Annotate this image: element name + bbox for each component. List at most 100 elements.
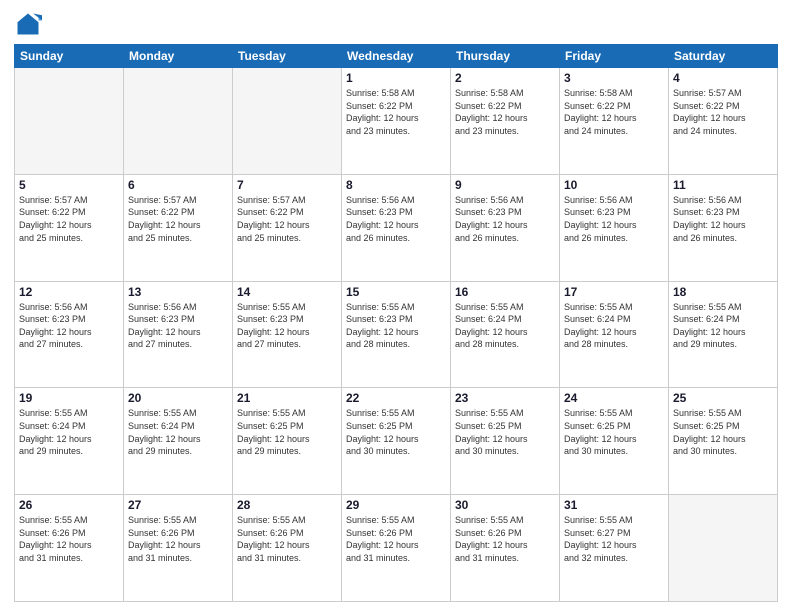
day-info: Sunrise: 5:58 AM Sunset: 6:22 PM Dayligh…	[455, 87, 555, 137]
day-info: Sunrise: 5:55 AM Sunset: 6:26 PM Dayligh…	[19, 514, 119, 564]
day-cell: 31 Sunrise: 5:55 AM Sunset: 6:27 PM Dayli…	[560, 495, 669, 602]
day-info: Sunrise: 5:55 AM Sunset: 6:25 PM Dayligh…	[673, 407, 773, 457]
day-number: 8	[346, 178, 446, 192]
day-number: 17	[564, 285, 664, 299]
day-info: Sunrise: 5:57 AM Sunset: 6:22 PM Dayligh…	[673, 87, 773, 137]
day-number: 6	[128, 178, 228, 192]
day-info: Sunrise: 5:57 AM Sunset: 6:22 PM Dayligh…	[19, 194, 119, 244]
day-number: 28	[237, 498, 337, 512]
day-number: 21	[237, 391, 337, 405]
day-number: 30	[455, 498, 555, 512]
day-number: 31	[564, 498, 664, 512]
day-cell: 12Sunrise: 5:56 AM Sunset: 6:23 PM Dayli…	[15, 281, 124, 388]
day-info: Sunrise: 5:55 AM Sunset: 6:25 PM Dayligh…	[237, 407, 337, 457]
day-info: Sunrise: 5:56 AM Sunset: 6:23 PM Dayligh…	[673, 194, 773, 244]
day-cell: 26 Sunrise: 5:55 AM Sunset: 6:26 PM Dayli…	[15, 495, 124, 602]
weekday-friday: Friday	[560, 45, 669, 68]
day-cell: 14Sunrise: 5:55 AM Sunset: 6:23 PM Dayli…	[233, 281, 342, 388]
day-number: 19	[19, 391, 119, 405]
day-cell: 4 Sunrise: 5:57 AM Sunset: 6:22 PM Daylig…	[669, 68, 778, 175]
weekday-tuesday: Tuesday	[233, 45, 342, 68]
day-cell	[15, 68, 124, 175]
header	[14, 10, 778, 38]
day-number: 13	[128, 285, 228, 299]
day-info: Sunrise: 5:57 AM Sunset: 6:22 PM Dayligh…	[128, 194, 228, 244]
day-info: Sunrise: 5:55 AM Sunset: 6:25 PM Dayligh…	[564, 407, 664, 457]
day-number: 2	[455, 71, 555, 85]
day-cell: 13 Sunrise: 5:56 AM Sunset: 6:23 PM Dayli…	[124, 281, 233, 388]
day-cell: 23 Sunrise: 5:55 AM Sunset: 6:25 PM Dayli…	[451, 388, 560, 495]
day-info: Sunrise: 5:58 AM Sunset: 6:22 PM Dayligh…	[346, 87, 446, 137]
page: SundayMondayTuesdayWednesdayThursdayFrid…	[0, 0, 792, 612]
day-number: 23	[455, 391, 555, 405]
day-info: Sunrise: 5:55 AM Sunset: 6:25 PM Dayligh…	[455, 407, 555, 457]
day-cell: 21 Sunrise: 5:55 AM Sunset: 6:25 PM Dayli…	[233, 388, 342, 495]
day-info: Sunrise: 5:58 AM Sunset: 6:22 PM Dayligh…	[564, 87, 664, 137]
week-row-3: 12 Sunrise: 5:56 AM Sunset: 6:23 PM Dayli…	[15, 281, 778, 388]
weekday-wednesday: Wednesday	[342, 45, 451, 68]
weekday-thursday: Thursday	[451, 45, 560, 68]
day-info: Sunrise: 5:55 AM Sunset: 6:26 PM Dayligh…	[237, 514, 337, 564]
day-info: Sunrise: 5:55 AM Sunset: 6:26 PM Dayligh…	[128, 514, 228, 564]
day-cell: 30Sunrise: 5:55 AM Sunset: 6:26 PM Dayli…	[451, 495, 560, 602]
day-cell: 19Sunrise: 5:55 AM Sunset: 6:24 PM Dayli…	[15, 388, 124, 495]
calendar-table: SundayMondayTuesdayWednesdayThursdayFrid…	[14, 44, 778, 602]
day-number: 26	[19, 498, 119, 512]
day-info: Sunrise: 5:56 AM Sunset: 6:23 PM Dayligh…	[128, 301, 228, 351]
day-number: 24	[564, 391, 664, 405]
day-info: Sunrise: 5:55 AM Sunset: 6:23 PM Dayligh…	[346, 301, 446, 351]
day-cell: 25 Sunrise: 5:55 AM Sunset: 6:25 PM Dayli…	[669, 388, 778, 495]
day-number: 18	[673, 285, 773, 299]
day-cell: 24 Sunrise: 5:55 AM Sunset: 6:25 PM Dayli…	[560, 388, 669, 495]
day-info: Sunrise: 5:55 AM Sunset: 6:23 PM Dayligh…	[237, 301, 337, 351]
day-cell: 20Sunrise: 5:55 AM Sunset: 6:24 PM Dayli…	[124, 388, 233, 495]
day-info: Sunrise: 5:55 AM Sunset: 6:27 PM Dayligh…	[564, 514, 664, 564]
day-info: Sunrise: 5:57 AM Sunset: 6:22 PM Dayligh…	[237, 194, 337, 244]
day-number: 9	[455, 178, 555, 192]
day-cell	[233, 68, 342, 175]
day-cell: 15 Sunrise: 5:55 AM Sunset: 6:23 PM Dayli…	[342, 281, 451, 388]
day-info: Sunrise: 5:55 AM Sunset: 6:24 PM Dayligh…	[673, 301, 773, 351]
day-cell: 8Sunrise: 5:56 AM Sunset: 6:23 PM Daylig…	[342, 174, 451, 281]
day-cell: 18 Sunrise: 5:55 AM Sunset: 6:24 PM Dayli…	[669, 281, 778, 388]
day-cell: 27 Sunrise: 5:55 AM Sunset: 6:26 PM Dayli…	[124, 495, 233, 602]
logo	[14, 10, 46, 38]
week-row-5: 26 Sunrise: 5:55 AM Sunset: 6:26 PM Dayli…	[15, 495, 778, 602]
day-number: 16	[455, 285, 555, 299]
day-number: 22	[346, 391, 446, 405]
day-number: 7	[237, 178, 337, 192]
day-cell: 16 Sunrise: 5:55 AM Sunset: 6:24 PM Dayli…	[451, 281, 560, 388]
day-number: 1	[346, 71, 446, 85]
weekday-monday: Monday	[124, 45, 233, 68]
day-cell: 3 Sunrise: 5:58 AM Sunset: 6:22 PM Daylig…	[560, 68, 669, 175]
week-row-4: 19 Sunrise: 5:55 AM Sunset: 6:24 PM Dayli…	[15, 388, 778, 495]
day-cell: 9 Sunrise: 5:56 AM Sunset: 6:23 PM Daylig…	[451, 174, 560, 281]
day-info: Sunrise: 5:55 AM Sunset: 6:24 PM Dayligh…	[455, 301, 555, 351]
day-number: 12	[19, 285, 119, 299]
weekday-sunday: Sunday	[15, 45, 124, 68]
day-number: 29	[346, 498, 446, 512]
day-cell: 1 Sunrise: 5:58 AM Sunset: 6:22 PM Daylig…	[342, 68, 451, 175]
day-cell: 28 Sunrise: 5:55 AM Sunset: 6:26 PM Dayli…	[233, 495, 342, 602]
day-cell: 22Sunrise: 5:55 AM Sunset: 6:25 PM Dayli…	[342, 388, 451, 495]
day-cell	[669, 495, 778, 602]
day-cell: 5Sunrise: 5:57 AM Sunset: 6:22 PM Daylig…	[15, 174, 124, 281]
day-info: Sunrise: 5:56 AM Sunset: 6:23 PM Dayligh…	[455, 194, 555, 244]
weekday-saturday: Saturday	[669, 45, 778, 68]
day-cell: 6 Sunrise: 5:57 AM Sunset: 6:22 PM Daylig…	[124, 174, 233, 281]
day-number: 27	[128, 498, 228, 512]
day-number: 4	[673, 71, 773, 85]
day-cell: 7 Sunrise: 5:57 AM Sunset: 6:22 PM Daylig…	[233, 174, 342, 281]
day-cell: 11 Sunrise: 5:56 AM Sunset: 6:23 PM Dayli…	[669, 174, 778, 281]
day-info: Sunrise: 5:56 AM Sunset: 6:23 PM Dayligh…	[564, 194, 664, 244]
day-cell	[124, 68, 233, 175]
week-row-1: 1 Sunrise: 5:58 AM Sunset: 6:22 PM Daylig…	[15, 68, 778, 175]
day-number: 10	[564, 178, 664, 192]
day-info: Sunrise: 5:55 AM Sunset: 6:24 PM Dayligh…	[128, 407, 228, 457]
day-cell: 17Sunrise: 5:55 AM Sunset: 6:24 PM Dayli…	[560, 281, 669, 388]
day-number: 15	[346, 285, 446, 299]
day-info: Sunrise: 5:55 AM Sunset: 6:26 PM Dayligh…	[346, 514, 446, 564]
day-number: 3	[564, 71, 664, 85]
day-number: 11	[673, 178, 773, 192]
day-number: 25	[673, 391, 773, 405]
